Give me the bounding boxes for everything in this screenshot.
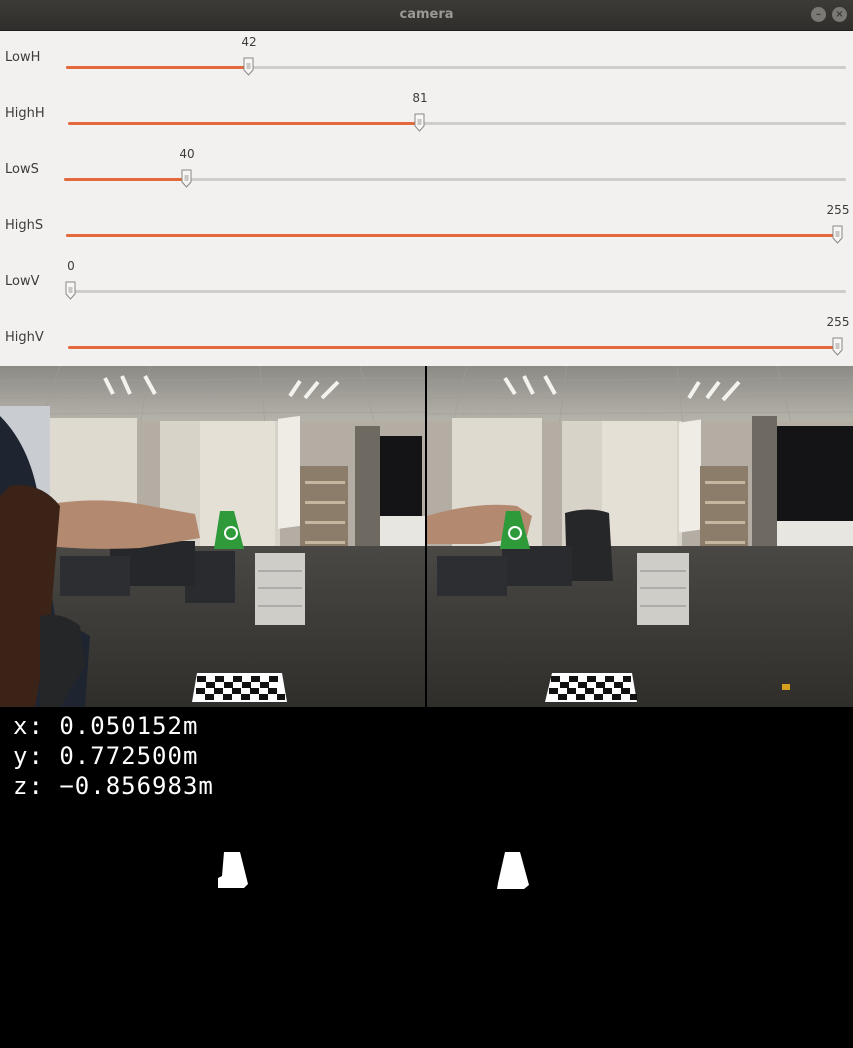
- slider-label: LowV: [5, 274, 40, 289]
- window-title: camera: [399, 7, 454, 22]
- readout-x: x: 0.050152m: [13, 712, 199, 740]
- slider-value: 255: [826, 315, 850, 329]
- threshold-mask: [218, 852, 529, 889]
- slider-thumb[interactable]: [243, 57, 254, 76]
- slider-thumb[interactable]: [832, 225, 843, 244]
- slider-track[interactable]: [68, 113, 846, 132]
- slider-label: HighV: [5, 330, 44, 345]
- slider-track[interactable]: [64, 169, 846, 188]
- readout-y: y: 0.772500m: [13, 742, 199, 770]
- slider-row-lowv: LowV 0: [0, 255, 853, 311]
- slider-thumb[interactable]: [181, 169, 192, 188]
- slider-fill: [64, 178, 187, 181]
- slider-label: HighS: [5, 218, 44, 233]
- slider-value: 42: [241, 35, 257, 49]
- slider-label: LowS: [5, 162, 39, 177]
- slider-thumb[interactable]: [414, 113, 425, 132]
- close-icon[interactable]: ×: [832, 7, 847, 22]
- slider-fill: [68, 346, 838, 349]
- slider-row-lowh: LowH 42: [0, 31, 853, 87]
- image-view: x: 0.050152m y: 0.772500m z: −0.856983m: [0, 366, 853, 1048]
- slider-track[interactable]: [66, 225, 843, 244]
- slider-track[interactable]: [68, 337, 843, 356]
- slider-thumb[interactable]: [65, 281, 76, 300]
- slider-row-highs: HighS 255: [0, 199, 853, 255]
- right-camera-image: [427, 366, 853, 707]
- slider-row-highh: HighH 81: [0, 87, 853, 143]
- slider-value: 40: [179, 147, 195, 161]
- slider-value: 255: [826, 203, 850, 217]
- left-camera-image: [0, 366, 425, 707]
- slider-label: HighH: [5, 106, 45, 121]
- slider-value: 81: [412, 91, 428, 105]
- slider-track[interactable]: [65, 281, 846, 300]
- minimize-icon[interactable]: –: [811, 7, 826, 22]
- slider-fill: [66, 234, 838, 237]
- readout-z: z: −0.856983m: [13, 772, 214, 800]
- slider-row-lows: LowS 40: [0, 143, 853, 199]
- slider-row-highv: HighV 255: [0, 311, 853, 367]
- slider-fill: [66, 66, 249, 69]
- slider-track[interactable]: [66, 57, 846, 76]
- slider-thumb[interactable]: [832, 337, 843, 356]
- slider-value: 0: [67, 259, 75, 273]
- slider-label: LowH: [5, 50, 41, 65]
- mask-blob-right: [497, 852, 529, 889]
- trackbar-panel: LowH 42 HighH 81 LowS 40 HighS 255 LowV …: [0, 31, 853, 366]
- mask-blob-left: [218, 852, 248, 888]
- window-titlebar[interactable]: camera – ×: [0, 0, 853, 31]
- slider-fill: [68, 122, 420, 125]
